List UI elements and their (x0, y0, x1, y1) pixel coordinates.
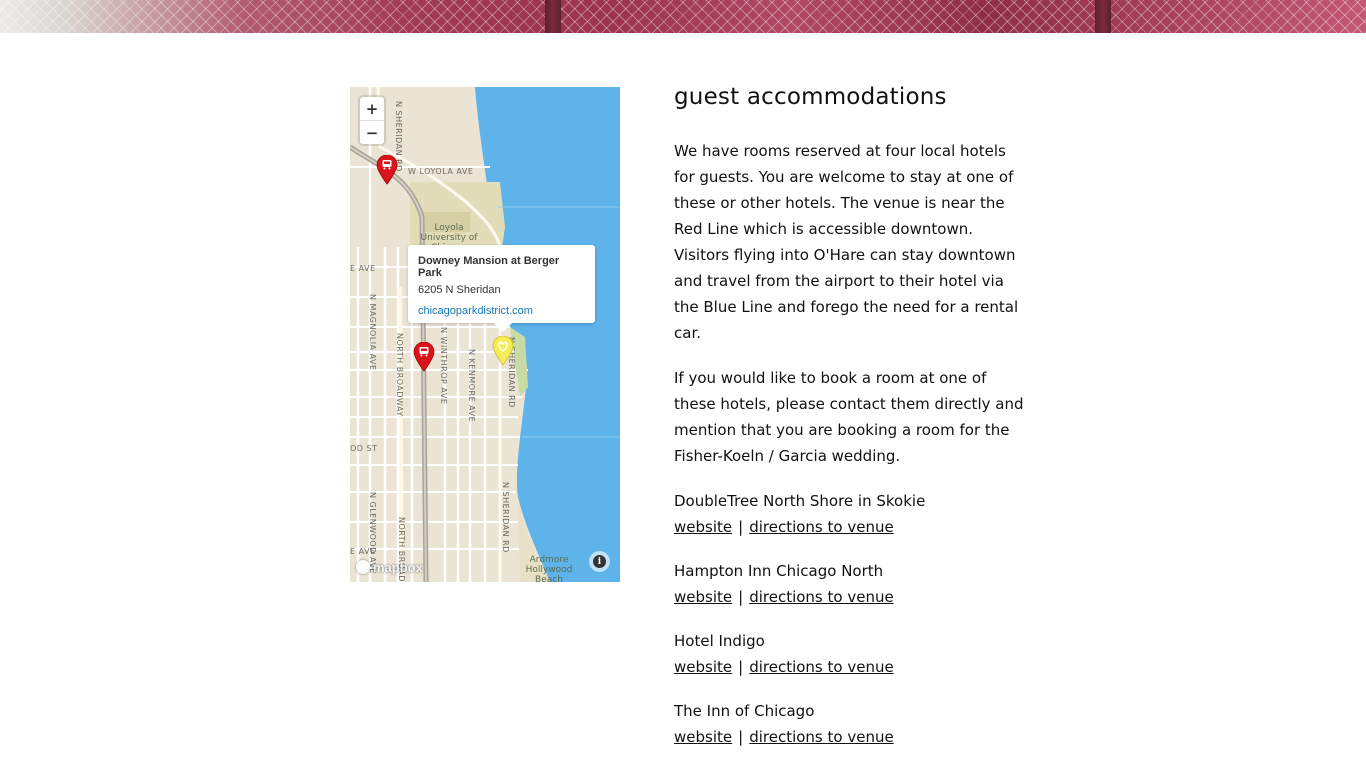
link-separator: | (738, 588, 744, 606)
hotel-name: DoubleTree North Shore in Skokie (674, 492, 926, 510)
venue-heart-pin-icon[interactable] (492, 336, 514, 366)
popup-title: Downey Mansion at Berger Park (418, 255, 560, 279)
map-popup: Downey Mansion at Berger Park 6205 N She… (408, 245, 595, 332)
hotel-website-link[interactable]: website (674, 518, 732, 536)
hotel-directions-link[interactable]: directions to venue (749, 728, 894, 746)
street-label: NORTH BROADWAY (395, 333, 404, 417)
street-label: N SHERIDAN RD (501, 482, 510, 553)
link-separator: | (738, 518, 744, 536)
link-separator: | (738, 658, 744, 676)
hotel-name: Hotel Indigo (674, 632, 765, 650)
street-label: OD ST (350, 444, 378, 453)
transit-pin-icon[interactable] (413, 342, 435, 372)
hotel-item: DoubleTree North Shore in Skokie website… (674, 488, 1026, 540)
mapbox-logo-text: mapbox (373, 559, 423, 575)
street-label: W LOYOLA AVE (408, 167, 474, 176)
chain-link-fence (0, 0, 1366, 33)
mapbox-logo[interactable]: mapbox (356, 558, 423, 576)
hotel-directions-link[interactable]: directions to venue (749, 588, 894, 606)
popup-link[interactable]: chicagoparkdistrict.com (418, 305, 533, 317)
hotel-item: Hampton Inn Chicago North website | direct… (674, 558, 1026, 610)
popup-address: 6205 N Sheridan (418, 284, 501, 296)
transit-pin-icon[interactable] (376, 155, 398, 185)
intro-paragraph: We have rooms reserved at four local hot… (674, 142, 1019, 342)
mapbox-logo-icon (356, 560, 370, 574)
hotel-website-link[interactable]: website (674, 588, 732, 606)
hotel-name: Hampton Inn Chicago North (674, 562, 884, 580)
street-label: E AVE (350, 547, 376, 556)
hotel-directions-link[interactable]: directions to venue (749, 518, 894, 536)
hotel-name: The Inn of Chicago (674, 702, 815, 720)
zoom-control: + − (360, 97, 384, 144)
info-icon: i (593, 555, 606, 568)
hotel-website-link[interactable]: website (674, 658, 732, 676)
street-label: N MAGNOLIA AVE (368, 294, 377, 371)
street-label: N KENMORE AVE (467, 349, 476, 423)
street-label: E AVE (350, 264, 376, 273)
section-heading: guest accommodations (674, 84, 947, 110)
booking-paragraph: If you would like to book a room at one … (674, 369, 1024, 465)
street-label: N WINTHROP AVE (439, 327, 448, 405)
poi-label: Ardmore Hollywood Beach (525, 555, 573, 582)
hotel-website-link[interactable]: website (674, 728, 732, 746)
attribution-button[interactable]: i (589, 551, 610, 572)
hero-banner (0, 0, 1366, 33)
fence-post (545, 0, 561, 33)
link-separator: | (738, 728, 744, 746)
accommodations-section: guest accommodations We have rooms reser… (674, 84, 1026, 768)
hotel-directions-link[interactable]: directions to venue (749, 658, 894, 676)
hotel-item: Hotel Indigo website | directions to venue (674, 628, 1026, 680)
zoom-in-button[interactable]: + (360, 97, 384, 120)
fence-post (1095, 0, 1111, 33)
zoom-out-button[interactable]: − (360, 120, 384, 144)
hotel-item: The Inn of Chicago website | directions to… (674, 698, 1026, 750)
